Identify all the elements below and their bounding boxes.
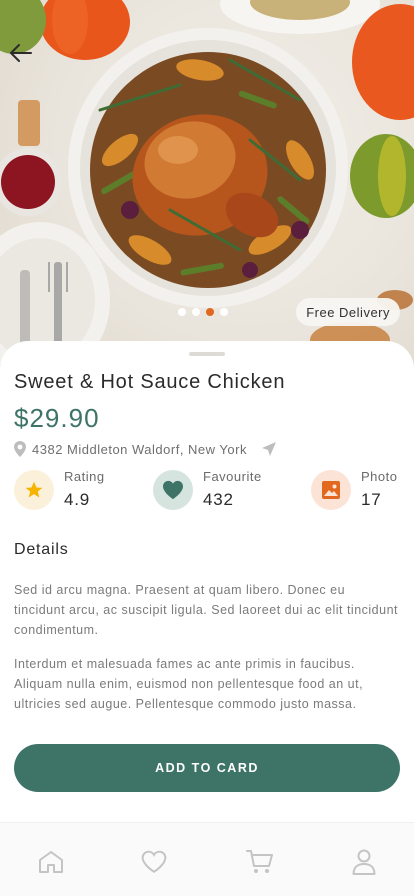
carousel-indicator [178, 308, 228, 316]
product-stats: Rating 4.9 Favourite 432 Photo 17 [14, 469, 414, 513]
stat-label: Favourite [203, 469, 262, 484]
favourite-icon-circle [153, 469, 193, 510]
stat-rating: Rating 4.9 [14, 469, 105, 510]
carousel-dot[interactable] [206, 308, 214, 316]
carousel-dot[interactable] [220, 308, 228, 316]
product-title: Sweet & Hot Sauce Chicken [14, 371, 286, 393]
free-delivery-badge: Free Delivery [296, 298, 400, 326]
stat-value: 17 [361, 490, 382, 509]
bottom-navigation [0, 822, 414, 896]
nav-cart[interactable] [245, 847, 275, 877]
cart-icon [246, 850, 273, 873]
product-address: 4382 Middleton Waldorf, New York [14, 441, 277, 457]
add-to-cart-button[interactable]: ADD TO CARD [14, 744, 400, 792]
details-heading: Details [14, 541, 69, 558]
nav-home[interactable] [36, 847, 66, 877]
stat-value: 432 [203, 490, 234, 509]
stat-photo[interactable]: Photo 17 [311, 469, 397, 510]
nav-favourites[interactable] [139, 847, 169, 877]
details-paragraph: Sed id arcu magna. Praesent at quam libe… [14, 583, 398, 637]
heart-icon [163, 480, 183, 499]
image-icon [322, 480, 340, 499]
details-paragraph: Interdum et malesuada fames ac ante prim… [14, 657, 364, 711]
carousel-dot[interactable] [178, 308, 186, 316]
photo-icon-circle [311, 469, 351, 510]
stat-favourite[interactable]: Favourite 432 [153, 469, 262, 510]
sheet-drag-handle[interactable] [189, 352, 225, 356]
product-details-sheet: Sweet & Hot Sauce Chicken $29.90 4382 Mi… [0, 341, 414, 821]
back-button[interactable] [10, 44, 36, 70]
user-icon [352, 849, 376, 875]
star-icon [25, 481, 43, 497]
nav-profile[interactable] [349, 847, 379, 877]
home-icon [39, 851, 63, 873]
location-pin-icon [14, 441, 26, 457]
heart-outline-icon [141, 850, 167, 873]
rating-icon-circle [14, 469, 54, 510]
stat-label: Rating [64, 469, 105, 484]
product-price: $29.90 [14, 403, 100, 433]
navigation-arrow-icon[interactable] [261, 441, 277, 457]
carousel-dot[interactable] [192, 308, 200, 316]
stat-value: 4.9 [64, 490, 91, 509]
address-text: 4382 Middleton Waldorf, New York [32, 441, 247, 457]
product-hero-image: Free Delivery [0, 0, 414, 372]
arrow-left-icon [10, 44, 32, 62]
stat-label: Photo [361, 469, 398, 484]
